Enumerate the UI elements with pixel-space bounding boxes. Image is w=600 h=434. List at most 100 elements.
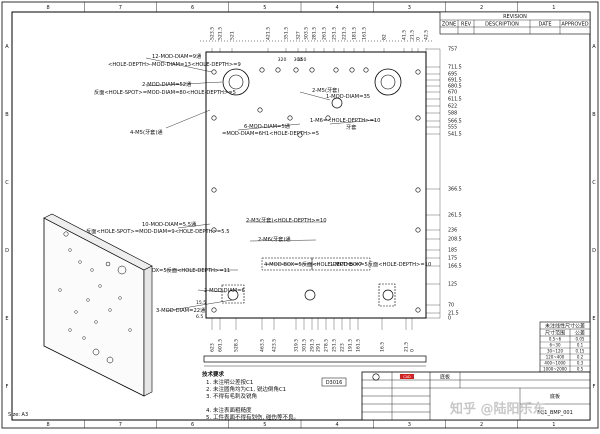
zone-col-label: 1 (552, 422, 555, 428)
dim-bottom: 423.5 (272, 339, 278, 352)
dim-top: 42.5 (424, 30, 430, 40)
zone-row-label: B (592, 112, 596, 118)
callout-2-m5: 2-M5(牙套) (312, 86, 339, 94)
zone-row-label: B (5, 112, 9, 118)
tolerance-range: 0.5~6 (549, 337, 562, 342)
callout-m5: 4-M5(牙套)通 (130, 128, 163, 136)
zone-row-label: A (592, 44, 596, 50)
dim-right: 125 (448, 282, 457, 288)
dim-bottom: 0 (410, 349, 416, 352)
dim-top: 421.5 (266, 27, 272, 40)
tolerance-range: 120~400 (546, 355, 565, 360)
dim-top: 161.5 (362, 27, 368, 40)
callout-6-hole: 6-MOD-DIAM=5通 (244, 122, 291, 130)
callout-1-box: 1-MOD-BOX=5反面<HOLE-DEPTH>=10 (330, 260, 431, 268)
note-line: 4. 未注表面粗糙度 (206, 406, 252, 414)
sheet-size-label: Size: A3 (8, 412, 28, 418)
callout-spot-face: 反面<HOLE-SPOT>=MOD-DIAM=80<HOLE-DEPTH>=5 (94, 88, 236, 96)
tolerance-value: 0.05 (576, 337, 585, 342)
dim-top: 82 (382, 34, 388, 40)
tolerance-header-tol: 公差 (575, 330, 585, 337)
zone-row-label: E (5, 316, 8, 322)
dim-top: 523.5 (210, 27, 216, 40)
tolerance-value: 0.2 (577, 355, 584, 360)
dim-right: 261.5 (448, 213, 462, 219)
zone-row-label: D (592, 248, 596, 254)
dim-bottom: 161.5 (356, 339, 362, 352)
dim-bottom: 191.5 (348, 339, 354, 352)
zone-col-label: 5 (263, 422, 266, 428)
dim-top: 351.5 (284, 27, 290, 40)
callout-2-hole: 2-MOD-DIAM=52通 (142, 80, 192, 88)
zone-row-label: F (6, 384, 9, 390)
note-line: 1. 未注明公差按C1 (206, 378, 253, 386)
dim-left: 6.5 (196, 314, 203, 320)
tolerance-value: 0.1 (577, 343, 584, 348)
callout-12-hole: 12-MOD-DIAM=9通 (152, 52, 202, 60)
tolerance-range: 1000~2000 (543, 367, 567, 372)
dim-bottom: 301.5 (302, 339, 308, 352)
callout-m6: 1-M6=<HOLE-DEPTH>=10 (310, 118, 380, 124)
dim-right: 611.5 (448, 97, 462, 103)
dim-bottom: 21.5 (404, 342, 410, 352)
dim-right: 622 (448, 104, 457, 110)
revision-header-rev: REV (461, 22, 472, 28)
dim-right: 541.5 (448, 132, 462, 138)
dim-top: 251.5 (332, 27, 338, 40)
callout-10-hole: 10-MOD-DIAM=5.5通 (142, 220, 197, 228)
dim-bottom: 291.5 (310, 339, 316, 352)
tolerance-range: 30~120 (547, 349, 564, 354)
tolerance-title: 未注线性尺寸公差 (545, 323, 585, 330)
revision-header-description: DESCRIPTION (485, 22, 519, 28)
tolerance-value: 0.5 (577, 367, 584, 372)
revision-header-approved: APPROVED (561, 22, 588, 28)
dim-top: 521 (230, 31, 236, 40)
tolerance-header-range: 尺寸范围 (545, 330, 565, 337)
zone-col-label: 3 (408, 422, 411, 428)
dim-bottom: 278.5 (324, 339, 330, 352)
zone-row-label: C (5, 180, 9, 186)
dim-right: 0 (448, 316, 451, 322)
callout-hole-depth: <HOLE-DEPTH>-MOD-DIAM=13<HOLE-DEPTH>=9 (108, 62, 241, 68)
zone-col-label: 1 (552, 5, 555, 11)
revision-header-zone: ZONE (442, 22, 456, 28)
note-line: 2. 未注圆角均为C1, 锐边倒角C1 (206, 385, 286, 393)
drawing-sheet: 1122334455667788AABBCCDDEEFF REVISION ZO… (0, 0, 600, 430)
dim-right: 588 (448, 111, 457, 117)
dim-top: 303.5 (304, 27, 310, 40)
callout-diam-35: 1-MOD-DIAM=35 (326, 94, 370, 100)
zone-col-label: 4 (336, 422, 339, 428)
zone-col-label: 7 (119, 5, 122, 11)
dim-right: 185 (448, 248, 457, 254)
zone-row-label: E (592, 316, 595, 322)
zone-col-label: 8 (47, 5, 50, 11)
zone-row-label: F (593, 384, 596, 390)
tolerance-value: 0.15 (576, 349, 585, 354)
tolerance-value: 0.3 (577, 361, 584, 366)
callout-2-diam-6: 2-MOD-DIAM=6 (204, 288, 245, 294)
dim-right: 670 (448, 90, 457, 96)
callout-10-spot: 反面<HOLE-SPOT>=MOD-DIAM=9<HOLE-DEPTH>=5.5 (86, 227, 230, 235)
dim-right: 175 (448, 256, 457, 262)
callout-2-m6: 2-M6(牙套)通 (258, 235, 291, 243)
zone-row-label: D (5, 248, 9, 254)
callout-m3: 2-M3(牙套)<HOLE-DEPTH>=10 (246, 216, 327, 224)
dim-right: 757 (448, 47, 457, 53)
dim-right: 711.5 (448, 65, 462, 71)
tolerance-range: 6~30 (550, 343, 561, 348)
dim-top: 41.5 (402, 30, 408, 40)
cad-label: CAD (403, 375, 411, 379)
dim-right: 680.5 (448, 84, 462, 90)
zone-col-label: 6 (191, 5, 194, 11)
dim-top: 521.5 (218, 27, 224, 40)
dim-right: 166.5 (448, 264, 462, 270)
zone-row-label: A (5, 44, 9, 50)
part-name-small: 底板 (440, 374, 450, 381)
callout-6-hole-depth: =MOD-DIAM=6H1<HOLE-DEPTH>=5 (222, 131, 319, 137)
dim-top-mid: 150 (298, 57, 307, 63)
dim-right: 236 (448, 228, 457, 234)
dim-top: 21.5 (410, 30, 416, 40)
dim-top-mid: 320 (278, 57, 287, 63)
drawing-name: 底板 (550, 393, 560, 400)
revision-title: REVISION (503, 14, 527, 20)
